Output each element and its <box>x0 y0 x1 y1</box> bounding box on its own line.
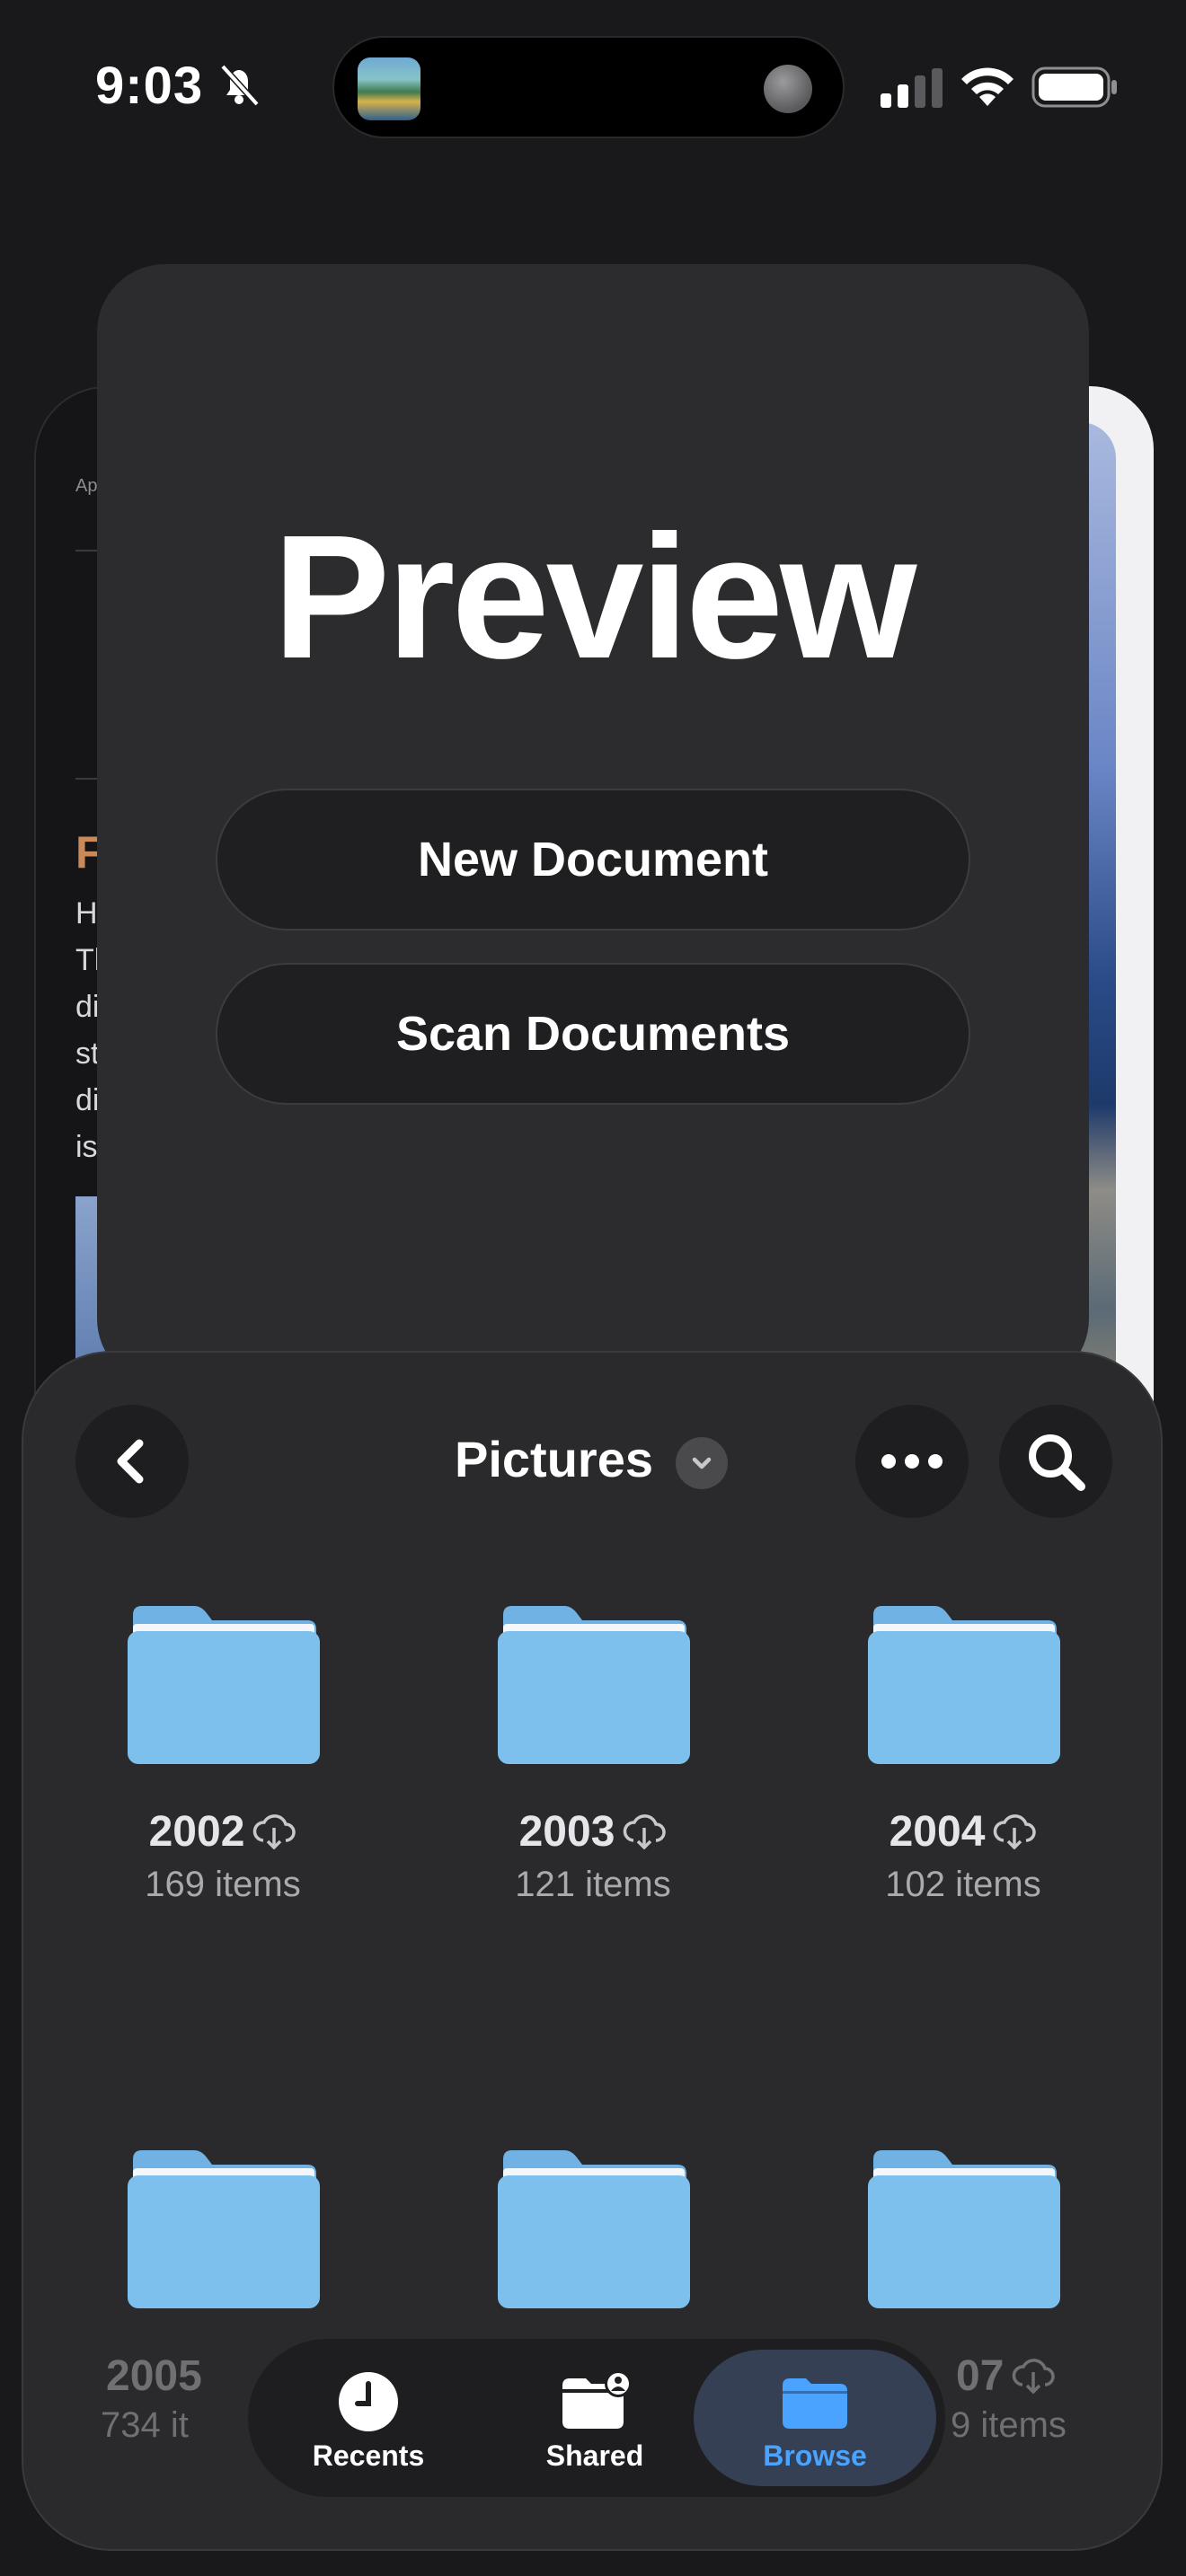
folder-title[interactable]: Pictures <box>455 1430 653 1488</box>
search-icon <box>1029 1434 1085 1491</box>
tab-label: Shared <box>545 2439 644 2472</box>
folder-item[interactable]: 2002 169 items <box>79 1604 367 1963</box>
folder-item-count: 121 items <box>515 1865 671 1904</box>
scan-documents-button[interactable]: Scan Documents <box>216 963 970 1105</box>
card-text-line: st <box>75 1037 100 1071</box>
tab-recents[interactable]: Recents <box>261 2339 476 2497</box>
card-text-line: is <box>75 1130 98 1164</box>
folder-name: 2003 <box>518 1808 615 1856</box>
shared-folder-icon <box>562 2370 631 2429</box>
cellular-signal-icon <box>881 68 943 108</box>
clock-icon <box>339 2372 398 2431</box>
folder-name: 07 <box>956 2352 1005 2400</box>
folder-name: 2004 <box>889 1808 986 1856</box>
folder-icon <box>128 2150 320 2308</box>
status-bar: 9:03 <box>0 0 1186 171</box>
preview-launcher: Preview New Document Scan Documents <box>97 264 1089 1387</box>
folder-item[interactable]: 2004 102 items <box>819 1604 1107 1963</box>
chevron-down-icon <box>692 1457 712 1469</box>
tab-shared[interactable]: Shared <box>487 2339 703 2497</box>
folder-icon <box>868 2150 1060 2308</box>
wifi-icon <box>961 67 1013 106</box>
battery-icon <box>1031 66 1117 108</box>
new-document-button[interactable]: New Document <box>216 789 970 931</box>
tab-bar: Recents Shared Browse <box>248 2339 945 2497</box>
search-button[interactable] <box>999 1405 1112 1518</box>
folder-item-count: 169 items <box>145 1865 301 1904</box>
folder-item-count: 102 items <box>885 1865 1041 1904</box>
chevron-left-icon <box>117 1439 144 1484</box>
folder-icon <box>783 2378 847 2429</box>
app-title: Preview <box>272 498 917 695</box>
now-playing-artwork <box>358 57 420 120</box>
back-button[interactable] <box>75 1405 189 1518</box>
tab-label: Recents <box>312 2439 425 2472</box>
title-menu-button[interactable] <box>676 1437 728 1489</box>
folder-icon <box>498 1606 690 1764</box>
cloud-download-icon <box>1013 2359 1056 2394</box>
more-button[interactable] <box>855 1405 969 1518</box>
folder-icon <box>128 1606 320 1764</box>
card-text-line: H <box>75 896 98 931</box>
cloud-download-icon <box>994 1814 1037 1849</box>
tab-label: Browse <box>763 2439 867 2472</box>
folder-icon <box>498 2150 690 2308</box>
dynamic-island[interactable] <box>332 36 845 138</box>
cloud-download-icon <box>624 1814 667 1849</box>
folder-item[interactable]: 2003 121 items <box>449 1604 737 1963</box>
card-tiny-label: Ap <box>75 476 98 496</box>
cloud-download-icon <box>253 1814 296 1849</box>
tab-browse[interactable]: Browse <box>694 2339 936 2497</box>
card-text-line: di <box>75 1083 100 1117</box>
bell-slash-icon <box>220 64 260 107</box>
card-text-line: di <box>75 990 100 1024</box>
status-time: 9:03 <box>95 57 204 115</box>
folder-name: 2002 <box>148 1808 245 1856</box>
ellipsis-icon <box>881 1454 943 1469</box>
homepod-icon <box>764 65 812 113</box>
folder-icon <box>868 1606 1060 1764</box>
